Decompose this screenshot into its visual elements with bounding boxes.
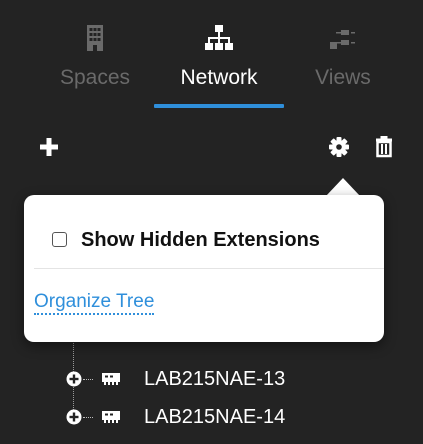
organize-tree-link[interactable]: Organize Tree: [34, 292, 155, 315]
views-icon: [330, 30, 355, 49]
tab-views[interactable]: Views: [300, 0, 386, 115]
active-tab-indicator: [154, 104, 284, 108]
network-icon: [205, 25, 233, 50]
tab-network[interactable]: Network: [154, 0, 284, 115]
tab-network-label: Network: [180, 66, 258, 89]
tab-bar: Spaces Network Views: [0, 0, 423, 115]
delete-button[interactable]: [371, 133, 399, 161]
tab-spaces-label: Spaces: [59, 66, 131, 89]
tree-dash: [83, 379, 93, 380]
tree-item-label: LAB215NAE-13: [144, 368, 286, 390]
tree-dash: [83, 417, 93, 418]
expand-plus-icon[interactable]: [66, 371, 82, 387]
show-hidden-extensions-checkbox[interactable]: [52, 232, 67, 247]
device-icon: [102, 411, 120, 423]
tree-item-label: LAB215NAE-14: [144, 406, 286, 428]
device-icon: [102, 373, 120, 385]
navigation-panel: Spaces Network Views LAB215NAE-13 LAB215…: [0, 0, 423, 444]
show-hidden-extensions-label: Show Hidden Extensions: [81, 229, 320, 251]
show-hidden-extensions-option[interactable]: Show Hidden Extensions: [52, 229, 372, 251]
gear-icon: [329, 137, 349, 157]
tree-item[interactable]: LAB215NAE-13: [66, 366, 386, 394]
popover-arrow: [326, 178, 360, 196]
tab-views-label: Views: [315, 66, 371, 89]
expand-plus-icon[interactable]: [66, 409, 82, 425]
tree-item[interactable]: LAB215NAE-14: [66, 404, 386, 432]
add-button[interactable]: [36, 133, 64, 161]
plus-icon: [40, 138, 58, 156]
settings-button[interactable]: [325, 133, 353, 161]
tab-spaces[interactable]: Spaces: [52, 0, 138, 115]
popover-divider: [34, 268, 384, 269]
trash-icon: [376, 136, 392, 158]
settings-popover: Show Hidden Extensions Organize Tree: [24, 195, 384, 342]
building-icon: [87, 25, 103, 51]
